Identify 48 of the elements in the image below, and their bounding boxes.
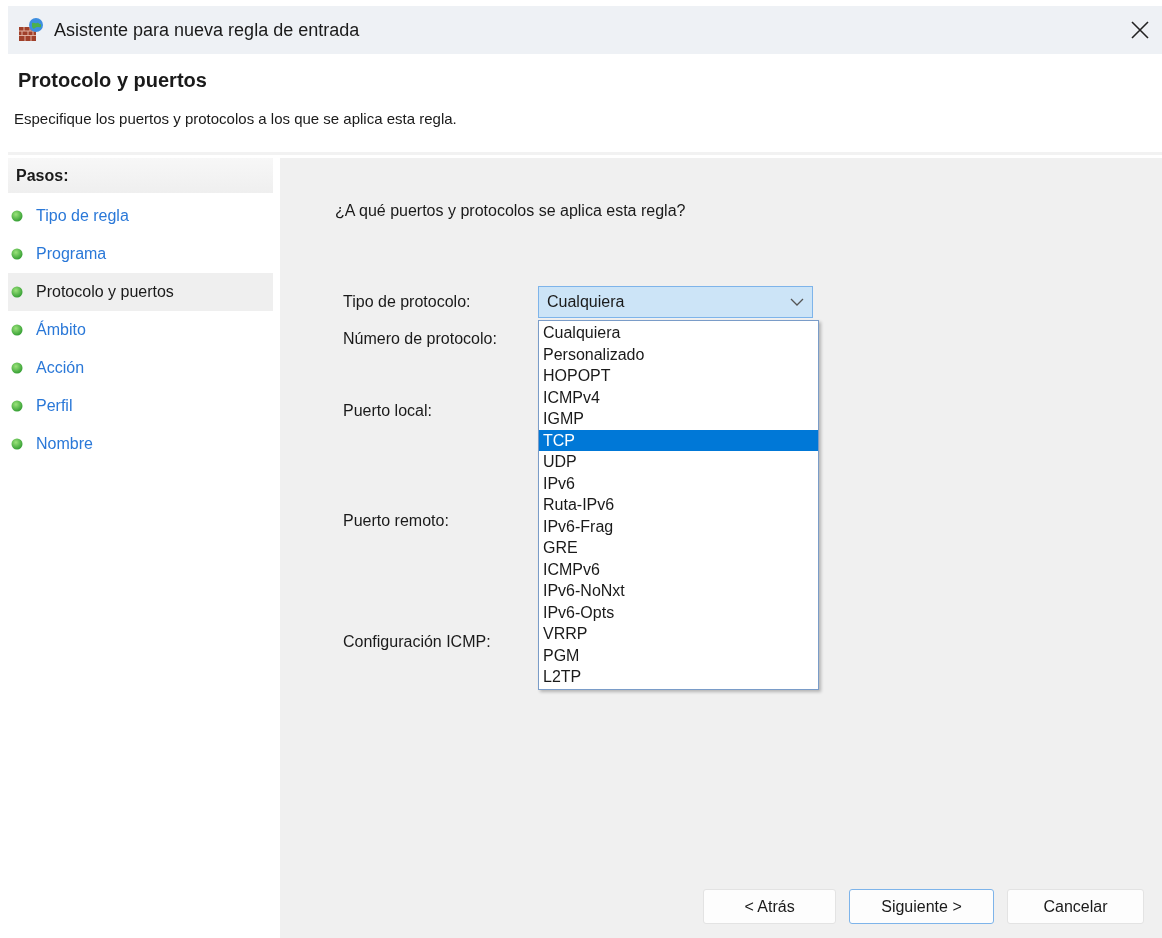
close-icon[interactable] — [1130, 20, 1150, 40]
steps-header: Pasos: — [8, 158, 273, 193]
field-label: Puerto local: — [343, 402, 432, 420]
step-item[interactable]: Tipo de regla — [8, 197, 273, 235]
dropdown-option[interactable]: GRE — [539, 537, 818, 559]
dropdown-option[interactable]: HOPOPT — [539, 365, 818, 387]
field-label: Configuración ICMP: — [343, 633, 491, 651]
dropdown-option[interactable]: Cualquiera — [539, 322, 818, 344]
dropdown-option[interactable]: Ruta-IPv6 — [539, 494, 818, 516]
protocol-type-dropdown[interactable]: Cualquiera — [538, 286, 813, 318]
dropdown-option[interactable]: UDP — [539, 451, 818, 473]
chevron-down-icon — [790, 298, 804, 306]
step-dot-icon — [11, 438, 23, 450]
step-dot-icon — [11, 362, 23, 374]
step-item[interactable]: Programa — [8, 235, 273, 273]
wizard-button[interactable]: < Atrás — [703, 889, 836, 924]
step-dot-icon — [11, 210, 23, 222]
step-item[interactable]: Perfil — [8, 387, 273, 425]
dropdown-option[interactable]: TCP — [539, 429, 818, 451]
dropdown-option[interactable]: ICMPv4 — [539, 386, 818, 408]
field-label: Puerto remoto: — [343, 512, 449, 530]
field-label: Tipo de protocolo: — [343, 293, 471, 311]
step-item[interactable]: Protocolo y puertos — [8, 273, 273, 311]
window-title: Asistente para nueva regla de entrada — [54, 19, 361, 41]
page-description: Especifique los puertos y protocolos a los que se aplica esta regla. — [14, 110, 458, 127]
wizard-button[interactable]: Cancelar — [1007, 889, 1144, 924]
step-dot-icon — [11, 248, 23, 260]
page-heading: Protocolo y puertos — [18, 69, 208, 92]
step-dot-icon — [11, 324, 23, 336]
step-item[interactable]: Acción — [8, 349, 273, 387]
dropdown-option[interactable]: VRRP — [539, 623, 818, 645]
dropdown-option[interactable]: IPv6-Opts — [539, 601, 818, 623]
firewall-globe-icon — [18, 17, 44, 43]
dropdown-option[interactable]: L2TP — [539, 666, 818, 688]
wizard-button[interactable]: Siguiente > — [849, 889, 994, 924]
dropdown-option[interactable]: IPv6-Frag — [539, 515, 818, 537]
dropdown-option[interactable]: PGM — [539, 644, 818, 666]
dropdown-option[interactable]: IPv6 — [539, 472, 818, 494]
dropdown-option[interactable]: ICMPv6 — [539, 558, 818, 580]
dropdown-option[interactable]: IGMP — [539, 408, 818, 430]
step-dot-icon — [11, 400, 23, 412]
dropdown-option[interactable]: Personalizado — [539, 343, 818, 365]
step-item[interactable]: Nombre — [8, 425, 273, 463]
field-label: Número de protocolo: — [343, 330, 497, 348]
step-dot-icon — [11, 286, 23, 298]
dropdown-option[interactable]: IPv6-NoNxt — [539, 580, 818, 602]
step-item[interactable]: Ámbito — [8, 311, 273, 349]
question-text: ¿A qué puertos y protocolos se aplica esta regla? — [335, 202, 686, 220]
